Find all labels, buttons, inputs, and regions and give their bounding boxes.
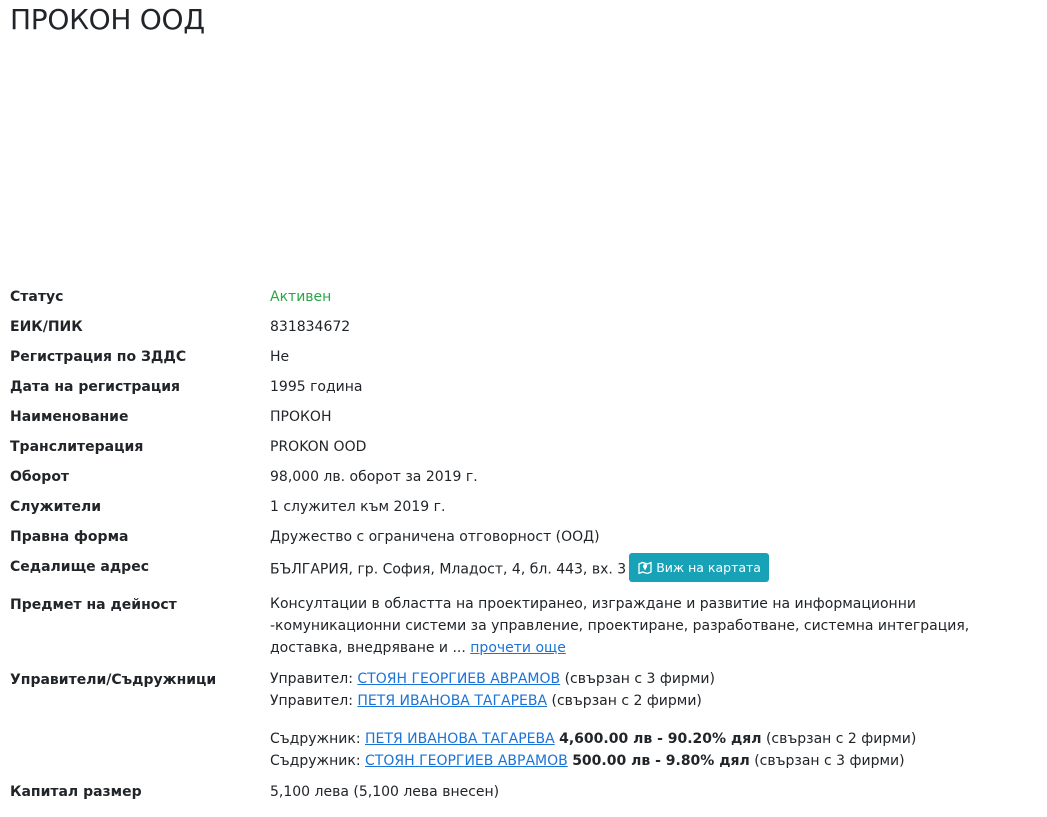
- manager-note: (свързан с 2 фирми): [551, 693, 702, 709]
- partner-name-link[interactable]: ПЕТЯ ИВАНОВА ТАГАРЕВА: [365, 731, 555, 747]
- address-label: Седалище адрес: [10, 559, 150, 575]
- activity-label: Предмет на дейност: [10, 597, 177, 613]
- legal-form-value: Дружество с ограничена отговорност (ООД): [270, 529, 600, 545]
- view-map-button[interactable]: Виж на картата: [629, 553, 769, 582]
- turnover-label: Оборот: [10, 469, 70, 485]
- reg-date-value: 1995 година: [270, 379, 363, 395]
- vat-label: Регистрация по ЗДДС: [10, 349, 187, 365]
- capital-value: 5,100 лева (5,100 лева внесен): [270, 784, 500, 800]
- partner-role: Съдружник:: [270, 731, 361, 747]
- eik-label: ЕИК/ПИК: [10, 319, 83, 335]
- read-more-link[interactable]: прочети още: [470, 640, 566, 656]
- map-marker-icon: [638, 561, 652, 574]
- manager-role: Управител:: [270, 693, 353, 709]
- managers-value: Управител: СТОЯН ГЕОРГИЕВ АВРАМОВ (свърз…: [270, 668, 1040, 772]
- name-value: ПРОКОН: [270, 409, 332, 425]
- reg-date-label: Дата на регистрация: [10, 379, 181, 395]
- status-label: Статус: [10, 289, 64, 305]
- activity-value: Консултации в областта на проектиранео, …: [270, 596, 970, 656]
- translit-label: Транслитерация: [10, 439, 144, 455]
- translit-value: PROKON OOD: [270, 439, 367, 455]
- partner-share: 500.00 лв - 9.80% дял: [572, 753, 750, 769]
- partner-share: 4,600.00 лв - 90.20% дял: [559, 731, 762, 747]
- manager-note: (свързан с 3 фирми): [564, 671, 715, 687]
- manager-name-link[interactable]: ПЕТЯ ИВАНОВА ТАГАРЕВА: [357, 693, 547, 709]
- employees-label: Служители: [10, 499, 102, 515]
- page-title: ПРОКОН ООД: [10, 3, 205, 36]
- status-value: Активен: [270, 289, 332, 305]
- view-map-label: Виж на картата: [656, 559, 761, 575]
- turnover-value: 98,000 лв. оборот за 2019 г.: [270, 469, 478, 485]
- address-value-wrap: БЪЛГАРИЯ, гр. София, Младост, 4, бл. 443…: [270, 553, 1040, 584]
- capital-label: Капитал размер: [10, 784, 142, 800]
- vat-value: Не: [270, 349, 290, 365]
- legal-form-label: Правна форма: [10, 529, 129, 545]
- partner-note: (свързан с 3 фирми): [754, 753, 905, 769]
- partner-name-link[interactable]: СТОЯН ГЕОРГИЕВ АВРАМОВ: [365, 753, 568, 769]
- activity-value-wrap: Консултации в областта на проектиранео, …: [270, 593, 1040, 659]
- manager-item: Управител: СТОЯН ГЕОРГИЕВ АВРАМОВ (свърз…: [270, 668, 1040, 690]
- address-value: БЪЛГАРИЯ, гр. София, Младост, 4, бл. 443…: [270, 561, 627, 578]
- eik-value: 831834672: [270, 319, 351, 335]
- partner-item: Съдружник: СТОЯН ГЕОРГИЕВ АВРАМОВ 500.00…: [270, 750, 1040, 772]
- manager-role: Управител:: [270, 671, 353, 687]
- partner-note: (свързан с 2 фирми): [765, 731, 917, 747]
- name-label: Наименование: [10, 409, 129, 425]
- manager-item: Управител: ПЕТЯ ИВАНОВА ТАГАРЕВА (свърза…: [270, 690, 1040, 712]
- partner-role: Съдружник:: [270, 753, 361, 769]
- employees-value: 1 служител към 2019 г.: [270, 499, 446, 515]
- manager-name-link[interactable]: СТОЯН ГЕОРГИЕВ АВРАМОВ: [357, 671, 560, 687]
- partner-item: Съдружник: ПЕТЯ ИВАНОВА ТАГАРЕВА 4,600.0…: [270, 728, 1040, 750]
- managers-label: Управители/Съдружници: [10, 672, 217, 688]
